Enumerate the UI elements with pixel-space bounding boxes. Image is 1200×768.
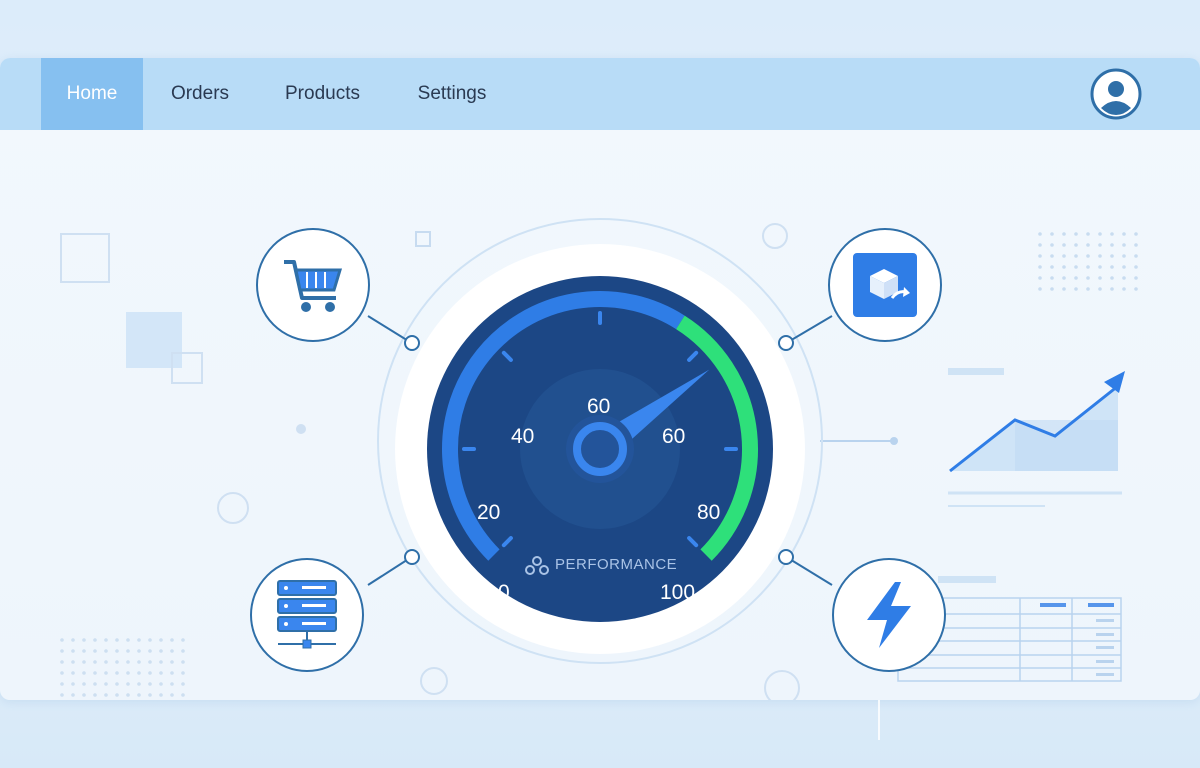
gauge-tick-label: 100: [660, 581, 696, 604]
decor-line: [878, 700, 880, 740]
nav-orders[interactable]: Orders: [150, 58, 250, 130]
gauge-tick-label: 20: [477, 501, 501, 524]
shipping-node[interactable]: [828, 228, 942, 342]
package-shipping-icon: [853, 253, 917, 317]
cart-node[interactable]: [256, 228, 370, 342]
server-stack-icon: [277, 580, 337, 649]
user-avatar-icon[interactable]: [1090, 68, 1142, 120]
nav-products[interactable]: Products: [270, 58, 375, 130]
speed-node[interactable]: [832, 558, 946, 672]
server-node[interactable]: [250, 558, 364, 672]
gauge-tick-label: 0: [498, 581, 510, 604]
gauge-tick-label: 60: [587, 395, 611, 418]
dashboard-canvas: 0 20 40 60 60 80 100 PERFORMANCE: [0, 130, 1200, 700]
gauge-tick-label: 40: [511, 425, 535, 448]
decor-square: [126, 312, 182, 368]
lightning-bolt-icon: [867, 582, 911, 648]
app-window: Home Orders Products Settings 0 20 40 60…: [0, 58, 1200, 700]
decor-square: [60, 233, 110, 283]
top-navbar: Home Orders Products Settings: [0, 58, 1200, 130]
gauge-title: PERFORMANCE: [555, 556, 678, 573]
gauge-tick-label: 60: [662, 425, 686, 448]
gears-icon: [525, 556, 549, 575]
nav-settings[interactable]: Settings: [400, 58, 504, 130]
nav-home[interactable]: Home: [41, 58, 143, 130]
gauge-tick-label: 80: [697, 501, 721, 524]
shopping-cart-icon: [284, 260, 343, 312]
decor-square: [415, 231, 431, 247]
